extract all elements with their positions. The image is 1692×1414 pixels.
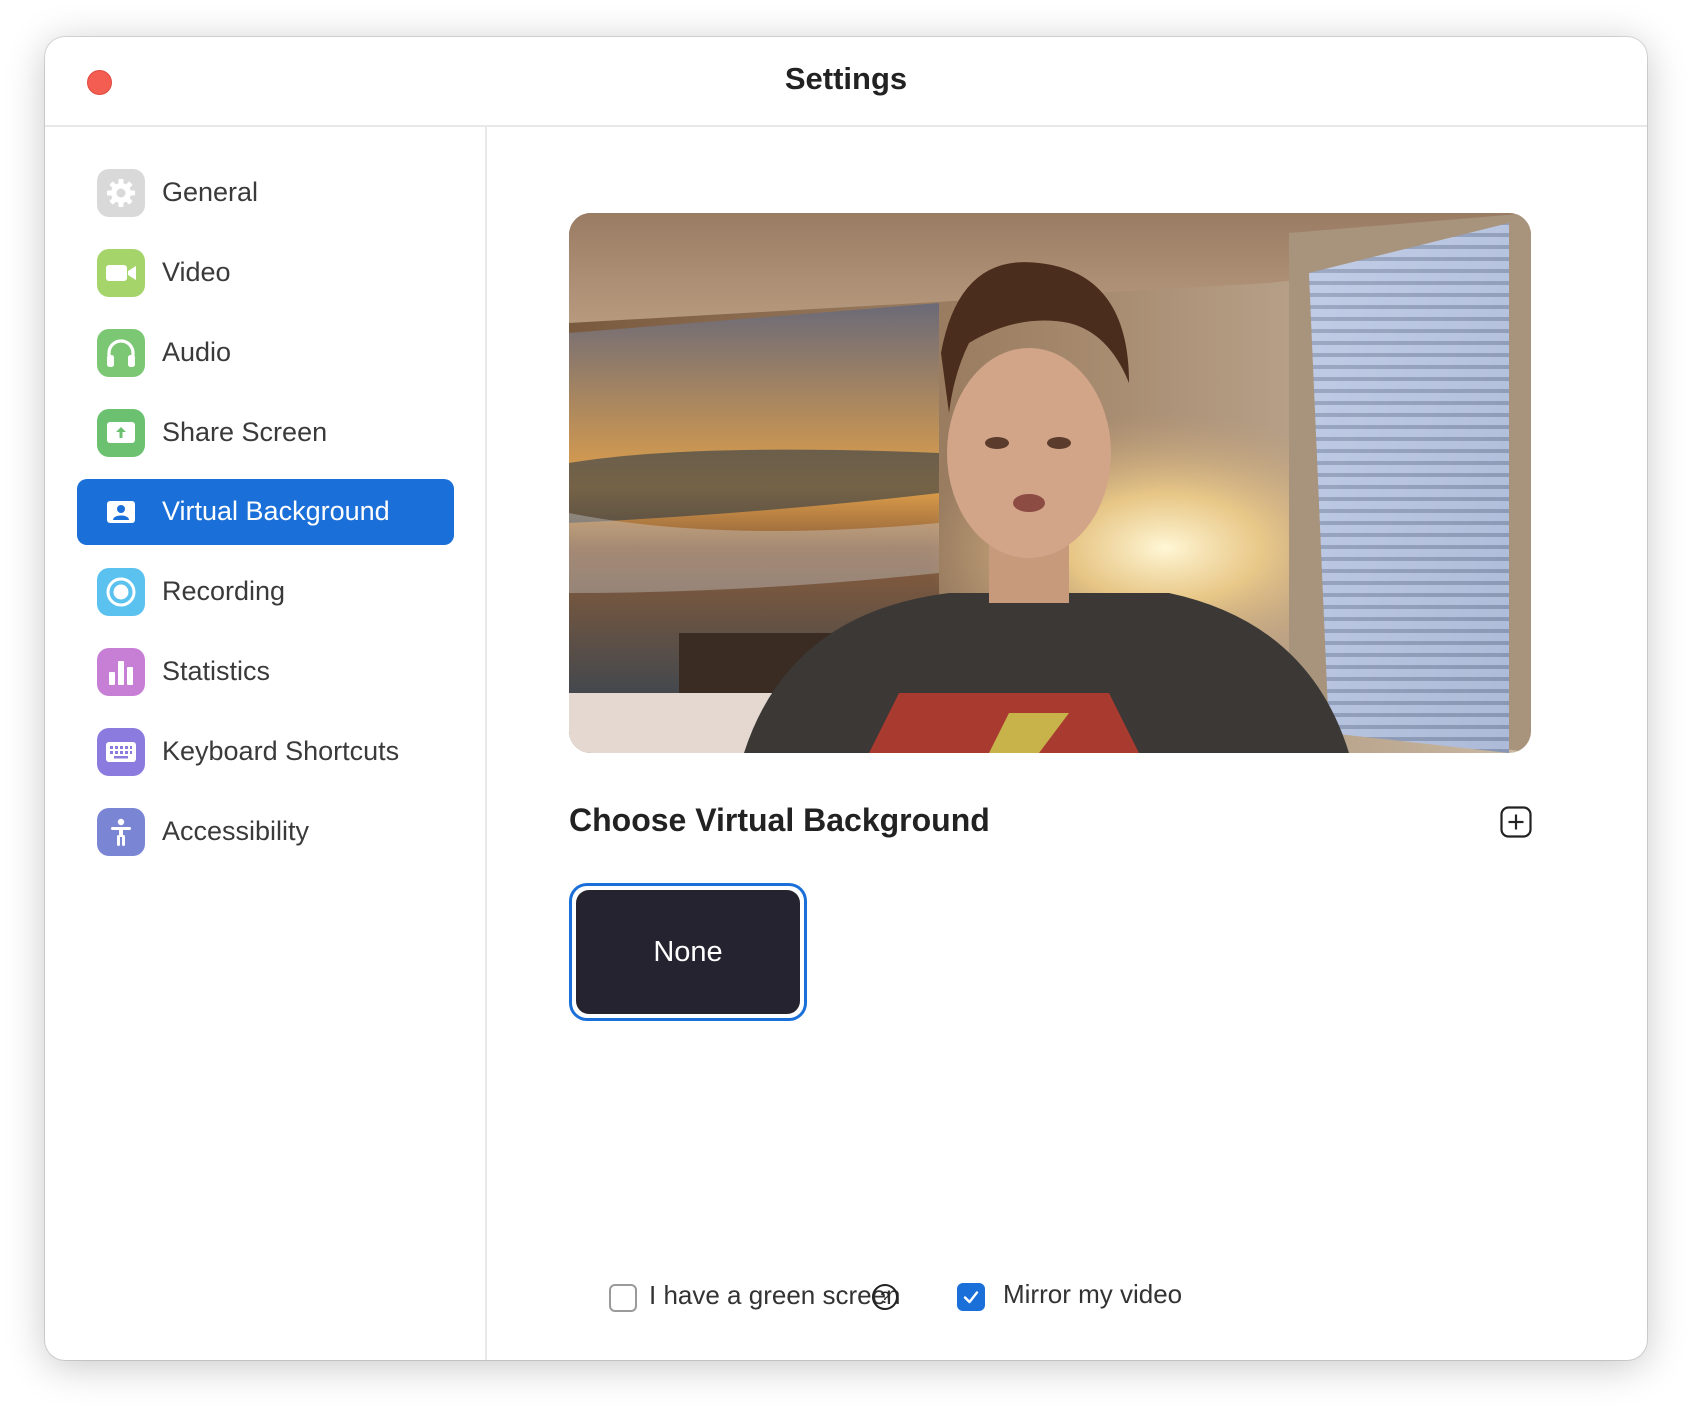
sidebar-item-virtual-background[interactable]: Virtual Background	[77, 479, 454, 545]
choose-background-title: Choose Virtual Background	[569, 802, 990, 838]
sidebar-item-label: Virtual Background	[162, 496, 390, 526]
sidebar-item-label: Accessibility	[162, 816, 310, 846]
sidebar-item-statistics[interactable]: Statistics	[77, 639, 454, 705]
sidebar-item-video[interactable]: Video	[77, 240, 454, 306]
sidebar-item-recording[interactable]: Recording	[77, 559, 454, 625]
sidebar-item-share-screen[interactable]: Share Screen	[77, 400, 454, 466]
sidebar-item-label: Share Screen	[162, 417, 328, 447]
video-preview	[569, 213, 1531, 753]
accessibility-icon	[97, 808, 145, 856]
green-screen-label: I have a green screen	[649, 1280, 901, 1310]
share-screen-icon	[97, 409, 145, 457]
sidebar-item-label: Keyboard Shortcuts	[162, 736, 400, 766]
settings-sidebar: General Video Audio Share Screen Virtual…	[45, 127, 487, 1360]
sidebar-item-label: Statistics	[162, 656, 271, 686]
mirror-video-checkbox[interactable]	[957, 1283, 985, 1311]
sidebar-item-label: General	[162, 177, 259, 207]
sidebar-item-label: Audio	[162, 337, 232, 367]
record-icon	[97, 568, 145, 616]
checkmark-icon	[963, 1291, 979, 1304]
background-option-label: None	[576, 890, 800, 1014]
video-camera-icon	[97, 249, 145, 297]
help-icon[interactable]: ?	[871, 1283, 899, 1311]
title-bar: Settings	[45, 37, 1647, 127]
keyboard-icon	[97, 728, 145, 776]
plus-icon	[1500, 806, 1532, 838]
add-background-button[interactable]	[1500, 806, 1532, 838]
sidebar-item-keyboard-shortcuts[interactable]: Keyboard Shortcuts	[77, 719, 454, 785]
background-option-none[interactable]: None	[569, 883, 807, 1021]
svg-text:?: ?	[880, 1288, 889, 1307]
gear-icon	[97, 169, 145, 217]
virtual-background-panel: Choose Virtual Background None I have a …	[487, 127, 1647, 1360]
window-title: Settings	[784, 61, 908, 96]
sidebar-item-accessibility[interactable]: Accessibility	[77, 799, 454, 865]
bar-chart-icon	[97, 648, 145, 696]
sidebar-item-general[interactable]: General	[77, 160, 454, 226]
headphones-icon	[97, 329, 145, 377]
green-screen-checkbox[interactable]	[609, 1284, 637, 1312]
mirror-video-label: Mirror my video	[1003, 1279, 1183, 1309]
settings-window: Settings General Video Audio Share Scree…	[45, 37, 1647, 1360]
person-portrait-icon	[97, 488, 145, 536]
sidebar-item-label: Video	[162, 257, 231, 287]
sidebar-item-label: Recording	[162, 576, 286, 606]
sidebar-item-audio[interactable]: Audio	[77, 320, 454, 386]
